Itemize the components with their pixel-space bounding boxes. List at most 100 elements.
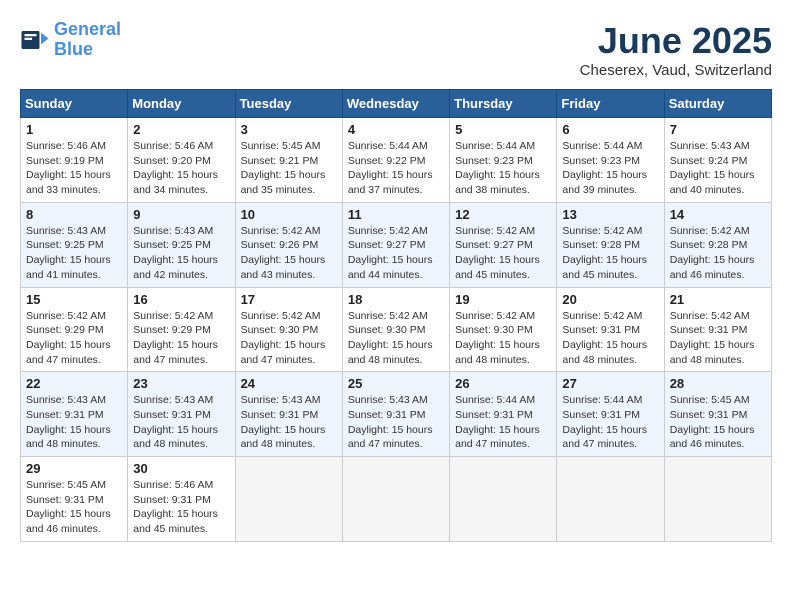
calendar-cell: 2Sunrise: 5:46 AMSunset: 9:20 PMDaylight… xyxy=(128,118,235,203)
calendar-week-5: 29 Sunrise: 5:45 AMSunset: 9:31 PMDayligh… xyxy=(21,457,772,542)
logo-text-line1: General xyxy=(54,20,121,40)
day-number: 3 xyxy=(241,122,337,137)
day-number: 20 xyxy=(562,292,658,307)
day-info: Sunrise: 5:45 AMSunset: 9:31 PMDaylight:… xyxy=(670,393,766,452)
calendar-header-row: SundayMondayTuesdayWednesdayThursdayFrid… xyxy=(21,90,772,118)
day-number: 1 xyxy=(26,122,122,137)
calendar-cell: 21Sunrise: 5:42 AMSunset: 9:31 PMDayligh… xyxy=(664,287,771,372)
day-number: 27 xyxy=(562,376,658,391)
calendar-cell: 8 Sunrise: 5:43 AMSunset: 9:25 PMDaylight… xyxy=(21,202,128,287)
day-info: Sunrise: 5:43 AMSunset: 9:31 PMDaylight:… xyxy=(241,393,337,452)
calendar-cell: 3 Sunrise: 5:45 AMSunset: 9:21 PMDaylight… xyxy=(235,118,342,203)
day-number: 5 xyxy=(455,122,551,137)
day-number: 28 xyxy=(670,376,766,391)
day-info: Sunrise: 5:45 AMSunset: 9:31 PMDaylight:… xyxy=(26,478,122,537)
col-header-saturday: Saturday xyxy=(664,90,771,118)
day-number: 9 xyxy=(133,207,229,222)
day-info: Sunrise: 5:44 AMSunset: 9:23 PMDaylight:… xyxy=(562,139,658,198)
calendar-cell xyxy=(235,457,342,542)
location-title: Cheserex, Vaud, Switzerland xyxy=(580,62,772,79)
calendar-cell: 5 Sunrise: 5:44 AMSunset: 9:23 PMDaylight… xyxy=(450,118,557,203)
day-info: Sunrise: 5:42 AMSunset: 9:31 PMDaylight:… xyxy=(670,309,766,368)
day-info: Sunrise: 5:43 AMSunset: 9:31 PMDaylight:… xyxy=(348,393,444,452)
col-header-thursday: Thursday xyxy=(450,90,557,118)
col-header-tuesday: Tuesday xyxy=(235,90,342,118)
day-number: 10 xyxy=(241,207,337,222)
day-number: 6 xyxy=(562,122,658,137)
calendar-cell: 27Sunrise: 5:44 AMSunset: 9:31 PMDayligh… xyxy=(557,372,664,457)
calendar: SundayMondayTuesdayWednesdayThursdayFrid… xyxy=(20,89,772,542)
day-number: 11 xyxy=(348,207,444,222)
day-number: 13 xyxy=(562,207,658,222)
logo: General Blue xyxy=(20,20,121,60)
day-number: 25 xyxy=(348,376,444,391)
logo-text-line2: Blue xyxy=(54,40,121,60)
day-info: Sunrise: 5:46 AMSunset: 9:20 PMDaylight:… xyxy=(133,139,229,198)
calendar-cell xyxy=(450,457,557,542)
calendar-cell: 23 Sunrise: 5:43 AMSunset: 9:31 PMDayligh… xyxy=(128,372,235,457)
calendar-cell xyxy=(557,457,664,542)
calendar-cell: 20 Sunrise: 5:42 AMSunset: 9:31 PMDayligh… xyxy=(557,287,664,372)
calendar-week-4: 22 Sunrise: 5:43 AMSunset: 9:31 PMDayligh… xyxy=(21,372,772,457)
day-number: 16 xyxy=(133,292,229,307)
day-number: 24 xyxy=(241,376,337,391)
day-info: Sunrise: 5:43 AMSunset: 9:25 PMDaylight:… xyxy=(133,224,229,283)
calendar-cell: 28 Sunrise: 5:45 AMSunset: 9:31 PMDayligh… xyxy=(664,372,771,457)
calendar-cell: 16Sunrise: 5:42 AMSunset: 9:29 PMDayligh… xyxy=(128,287,235,372)
day-info: Sunrise: 5:44 AMSunset: 9:23 PMDaylight:… xyxy=(455,139,551,198)
calendar-cell: 29 Sunrise: 5:45 AMSunset: 9:31 PMDayligh… xyxy=(21,457,128,542)
header: General Blue June 2025 Cheserex, Vaud, S… xyxy=(20,20,772,79)
calendar-cell: 7 Sunrise: 5:43 AMSunset: 9:24 PMDaylight… xyxy=(664,118,771,203)
calendar-cell: 30Sunrise: 5:46 AMSunset: 9:31 PMDayligh… xyxy=(128,457,235,542)
day-info: Sunrise: 5:42 AMSunset: 9:29 PMDaylight:… xyxy=(26,309,122,368)
calendar-cell: 13 Sunrise: 5:42 AMSunset: 9:28 PMDayligh… xyxy=(557,202,664,287)
calendar-cell: 11 Sunrise: 5:42 AMSunset: 9:27 PMDayligh… xyxy=(342,202,449,287)
day-number: 15 xyxy=(26,292,122,307)
day-info: Sunrise: 5:45 AMSunset: 9:21 PMDaylight:… xyxy=(241,139,337,198)
day-info: Sunrise: 5:42 AMSunset: 9:26 PMDaylight:… xyxy=(241,224,337,283)
col-header-friday: Friday xyxy=(557,90,664,118)
day-number: 8 xyxy=(26,207,122,222)
calendar-cell: 19Sunrise: 5:42 AMSunset: 9:30 PMDayligh… xyxy=(450,287,557,372)
day-number: 29 xyxy=(26,461,122,476)
day-number: 18 xyxy=(348,292,444,307)
calendar-cell: 15 Sunrise: 5:42 AMSunset: 9:29 PMDayligh… xyxy=(21,287,128,372)
calendar-cell: 14 Sunrise: 5:42 AMSunset: 9:28 PMDayligh… xyxy=(664,202,771,287)
day-info: Sunrise: 5:44 AMSunset: 9:31 PMDaylight:… xyxy=(455,393,551,452)
day-number: 7 xyxy=(670,122,766,137)
calendar-cell: 10 Sunrise: 5:42 AMSunset: 9:26 PMDayligh… xyxy=(235,202,342,287)
day-info: Sunrise: 5:42 AMSunset: 9:30 PMDaylight:… xyxy=(241,309,337,368)
day-number: 4 xyxy=(348,122,444,137)
day-info: Sunrise: 5:44 AMSunset: 9:22 PMDaylight:… xyxy=(348,139,444,198)
day-info: Sunrise: 5:42 AMSunset: 9:27 PMDaylight:… xyxy=(455,224,551,283)
day-info: Sunrise: 5:43 AMSunset: 9:24 PMDaylight:… xyxy=(670,139,766,198)
day-info: Sunrise: 5:42 AMSunset: 9:28 PMDaylight:… xyxy=(670,224,766,283)
calendar-cell: 4 Sunrise: 5:44 AMSunset: 9:22 PMDaylight… xyxy=(342,118,449,203)
day-info: Sunrise: 5:42 AMSunset: 9:27 PMDaylight:… xyxy=(348,224,444,283)
calendar-cell: 9 Sunrise: 5:43 AMSunset: 9:25 PMDaylight… xyxy=(128,202,235,287)
day-info: Sunrise: 5:43 AMSunset: 9:31 PMDaylight:… xyxy=(133,393,229,452)
month-title: June 2025 xyxy=(580,20,772,62)
day-info: Sunrise: 5:43 AMSunset: 9:25 PMDaylight:… xyxy=(26,224,122,283)
day-info: Sunrise: 5:42 AMSunset: 9:28 PMDaylight:… xyxy=(562,224,658,283)
day-info: Sunrise: 5:42 AMSunset: 9:30 PMDaylight:… xyxy=(455,309,551,368)
col-header-sunday: Sunday xyxy=(21,90,128,118)
calendar-week-2: 8 Sunrise: 5:43 AMSunset: 9:25 PMDaylight… xyxy=(21,202,772,287)
calendar-cell: 26 Sunrise: 5:44 AMSunset: 9:31 PMDayligh… xyxy=(450,372,557,457)
day-number: 26 xyxy=(455,376,551,391)
day-info: Sunrise: 5:42 AMSunset: 9:31 PMDaylight:… xyxy=(562,309,658,368)
calendar-cell: 24 Sunrise: 5:43 AMSunset: 9:31 PMDayligh… xyxy=(235,372,342,457)
day-number: 14 xyxy=(670,207,766,222)
day-number: 22 xyxy=(26,376,122,391)
day-number: 23 xyxy=(133,376,229,391)
day-info: Sunrise: 5:46 AMSunset: 9:31 PMDaylight:… xyxy=(133,478,229,537)
calendar-cell xyxy=(664,457,771,542)
day-number: 17 xyxy=(241,292,337,307)
calendar-cell: 6 Sunrise: 5:44 AMSunset: 9:23 PMDaylight… xyxy=(557,118,664,203)
col-header-monday: Monday xyxy=(128,90,235,118)
calendar-week-3: 15 Sunrise: 5:42 AMSunset: 9:29 PMDayligh… xyxy=(21,287,772,372)
day-info: Sunrise: 5:46 AMSunset: 9:19 PMDaylight:… xyxy=(26,139,122,198)
calendar-cell: 22Sunrise: 5:43 AMSunset: 9:31 PMDayligh… xyxy=(21,372,128,457)
calendar-week-1: 1 Sunrise: 5:46 AMSunset: 9:19 PMDaylight… xyxy=(21,118,772,203)
calendar-cell xyxy=(342,457,449,542)
